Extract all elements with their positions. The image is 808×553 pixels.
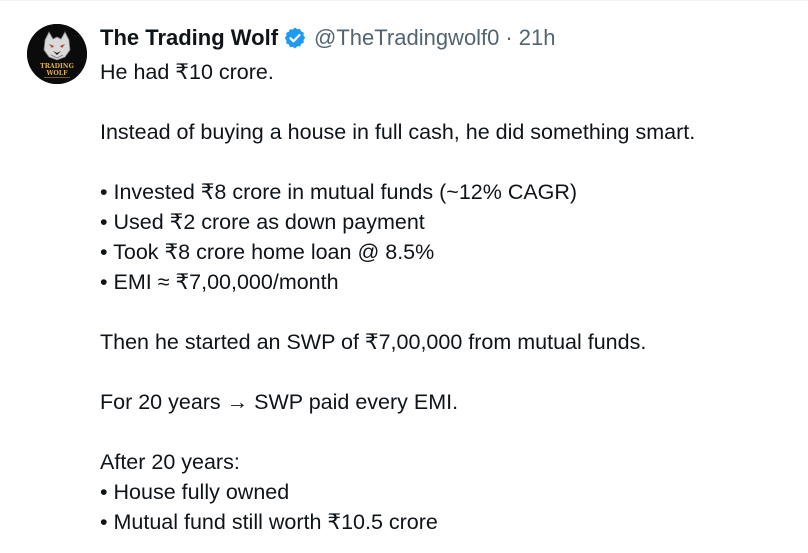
tweet-line: Instead of buying a house in full cash, … <box>100 120 696 144</box>
separator-dot: · <box>505 25 513 50</box>
verified-badge-icon[interactable] <box>283 26 307 50</box>
tweet-card[interactable]: TRADING WOLF The Trading Wolf @TheTradin… <box>0 0 808 553</box>
tweet-line: For 20 years → SWP paid every EMI. <box>100 390 459 414</box>
bullet-item: • Mutual fund still worth ₹10.5 crore <box>100 510 438 534</box>
avatar-text-wolf: WOLF <box>45 70 68 77</box>
tweet-header: The Trading Wolf @TheTradingwolf0 · 21h <box>100 23 555 53</box>
avatar-text-trading: TRADING <box>40 63 74 70</box>
tweet-text: He had ₹10 crore. Instead of buying a ho… <box>100 57 790 537</box>
author-name[interactable]: The Trading Wolf <box>100 25 278 51</box>
wolf-logo-icon: TRADING WOLF <box>27 24 87 84</box>
bullet-item: • Used ₹2 crore as down payment <box>100 210 425 234</box>
tweet-line: After 20 years: <box>100 450 240 474</box>
bullet-item: • EMI ≈ ₹7,00,000/month <box>100 270 339 294</box>
bullet-item: • Took ₹8 crore home loan @ 8.5% <box>100 240 435 264</box>
bullet-item: • Invested ₹8 crore in mutual funds (~12… <box>100 180 578 204</box>
tweet-timestamp[interactable]: 21h <box>519 25 556 51</box>
tweet-line: He had ₹10 crore. <box>100 60 274 84</box>
avatar[interactable]: TRADING WOLF <box>27 24 87 84</box>
bullet-item: • House fully owned <box>100 480 290 504</box>
author-handle[interactable]: @TheTradingwolf0 <box>314 25 499 51</box>
tweet-line: Then he started an SWP of ₹7,00,000 from… <box>100 330 647 354</box>
